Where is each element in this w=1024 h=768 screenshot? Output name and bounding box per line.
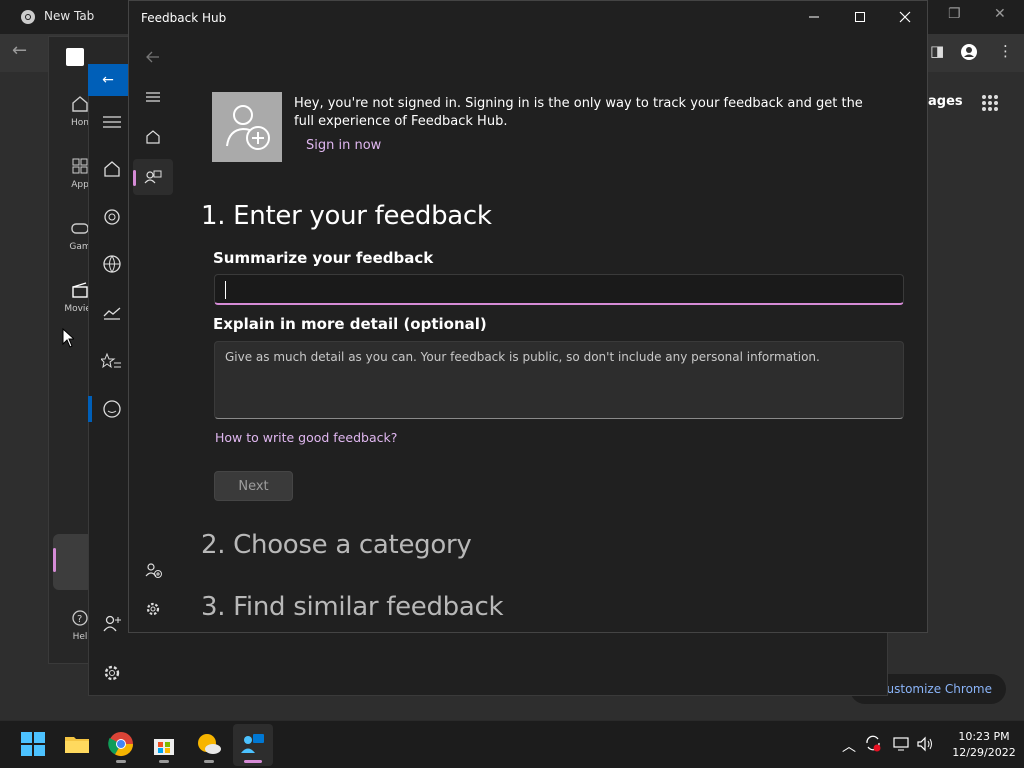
mouse-cursor-icon [62, 328, 74, 348]
step2-heading[interactable]: 2. Choose a category [201, 530, 472, 560]
add-user-avatar-icon [226, 105, 270, 150]
store-logo-icon [66, 48, 84, 66]
store-nav-label: Hel [72, 632, 88, 642]
taskbar-running-indicator [159, 760, 169, 763]
chart-icon[interactable] [101, 302, 123, 324]
home-icon[interactable] [101, 158, 123, 180]
maximize-icon [855, 12, 865, 22]
store-nav-label: App [71, 180, 89, 190]
sync-alert-icon[interactable] [864, 734, 882, 752]
home-icon [72, 96, 88, 112]
favorites-list-icon[interactable] [101, 351, 123, 373]
chrome-menu-icon[interactable]: ⋮ [998, 42, 1013, 60]
weather-icon[interactable] [196, 731, 222, 757]
images-link[interactable]: ages [928, 94, 963, 109]
close-button[interactable] [882, 5, 928, 29]
sign-in-link[interactable]: Sign in now [306, 138, 381, 153]
svg-text:?: ? [77, 614, 82, 625]
network-icon[interactable] [892, 735, 910, 753]
nav-selection-indicator [133, 170, 136, 186]
back-button[interactable]: ← [88, 64, 128, 96]
google-apps-icon[interactable] [982, 95, 998, 111]
next-button[interactable]: Next [214, 471, 293, 501]
detail-textarea[interactable] [214, 341, 904, 419]
chrome-tab-title[interactable]: New Tab [44, 9, 94, 23]
gamepad-icon [71, 223, 89, 234]
store-library-tile[interactable] [53, 534, 93, 590]
text-caret [225, 281, 226, 299]
settings-gear-icon [146, 602, 160, 616]
nav-settings[interactable] [133, 591, 173, 627]
add-person-icon[interactable] [101, 613, 123, 635]
clock-date: 12/29/2022 [952, 746, 1016, 759]
side-panel-icon[interactable]: ◨ [930, 42, 944, 60]
help-icon: ? [72, 610, 88, 626]
tray-overflow-chevron-icon[interactable]: ︿ [842, 736, 856, 756]
back-arrow-icon[interactable]: ← [12, 40, 27, 61]
detail-label: Explain in more detail (optional) [213, 315, 487, 333]
clock-time: 10:23 PM [958, 730, 1010, 743]
chrome-taskbar-icon[interactable] [108, 731, 134, 757]
nav-home[interactable] [133, 119, 173, 155]
volume-icon[interactable] [916, 735, 934, 753]
smiley-icon[interactable] [101, 398, 123, 420]
feedback-icon [144, 170, 162, 184]
summary-label: Summarize your feedback [213, 249, 434, 267]
nav-feedback[interactable] [133, 159, 173, 195]
store-nav-label: Hon [71, 118, 89, 128]
taskbar-running-indicator [204, 760, 214, 763]
profile-icon[interactable] [961, 44, 977, 60]
chrome-tab-favicon-icon [21, 10, 35, 24]
nav-selection-indicator [88, 396, 92, 422]
microsoft-store-icon[interactable] [151, 731, 177, 757]
window-title: Feedback Hub [141, 11, 227, 25]
back-arrow-icon[interactable] [143, 47, 163, 67]
close-icon [899, 11, 911, 23]
how-to-write-feedback-link[interactable]: How to write good feedback? [215, 430, 397, 445]
signin-message: Hey, you're not signed in. Signing in is… [294, 96, 863, 129]
file-explorer-icon[interactable] [64, 731, 90, 757]
summary-input[interactable] [214, 274, 904, 305]
apps-icon [72, 158, 88, 174]
feedback-hub-taskbar-icon [241, 734, 264, 753]
minimize-icon [809, 16, 819, 18]
windows-start-icon[interactable] [20, 731, 46, 757]
taskbar-active-indicator [244, 760, 262, 763]
feedback-hub-window: Feedback Hub Hey, you're not signed in. … [128, 0, 928, 633]
hamburger-menu-icon[interactable] [101, 111, 123, 133]
step3-heading[interactable]: 3. Find similar feedback [201, 592, 504, 622]
minimize-button[interactable] [791, 5, 837, 29]
settings-gear-icon[interactable] [101, 662, 123, 684]
home-icon [146, 130, 160, 144]
restore-icon[interactable]: ❐ [948, 6, 961, 22]
add-person-icon [145, 563, 162, 578]
movies-icon [72, 282, 88, 298]
explore-icon[interactable] [101, 206, 123, 228]
nav-add-account[interactable] [133, 552, 173, 588]
hamburger-menu-icon [146, 92, 160, 102]
avatar [212, 92, 282, 162]
taskbar-running-indicator [116, 760, 126, 763]
maximize-button[interactable] [837, 5, 883, 29]
system-clock[interactable]: 10:23 PM 12/29/2022 [944, 729, 1024, 761]
close-icon[interactable]: ✕ [994, 6, 1006, 22]
globe-icon[interactable] [101, 253, 123, 275]
store-selection-indicator [53, 548, 56, 572]
step1-heading[interactable]: 1. Enter your feedback [201, 201, 492, 231]
hamburger-menu-button[interactable] [133, 79, 173, 115]
